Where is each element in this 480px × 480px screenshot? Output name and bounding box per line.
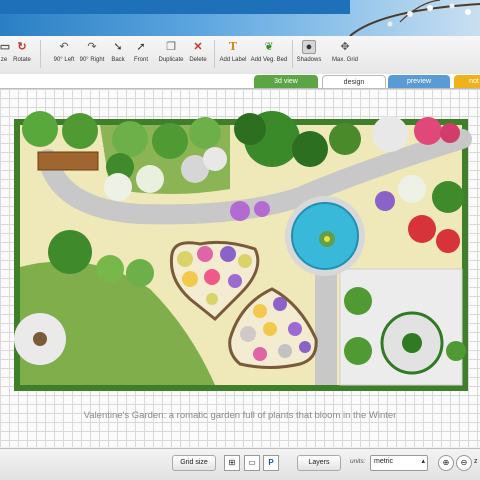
bring-front-icon: ➚ <box>136 41 146 53</box>
max-grid-button[interactable]: ✥ Max. Grid <box>330 38 360 72</box>
units-label: units: <box>350 458 366 465</box>
rotate-90-left-label: 90° Left <box>53 57 75 63</box>
tab-3d-view[interactable]: 3d view <box>254 75 318 88</box>
print-toggle[interactable]: P <box>263 455 279 471</box>
shadows-toggle[interactable]: ● Shadows <box>295 38 323 72</box>
shadows-icon: ● <box>302 40 316 54</box>
main-toolbar: ▭ ze ↻ Rotate ↶ 90° Left ↷ 90° Right ➘ B… <box>0 36 480 75</box>
view-tabs: 3d view design preview not <box>0 74 480 89</box>
grid-view-icon[interactable]: ⊞ <box>224 455 240 471</box>
tab-preview[interactable]: preview <box>388 75 450 88</box>
units-select[interactable]: metric ▴ <box>370 455 428 471</box>
max-grid-icon: ✥ <box>340 41 350 53</box>
rotate-left-icon: ↶ <box>59 41 69 53</box>
lily-flower <box>324 236 330 242</box>
bring-front-button[interactable]: ➚ Front <box>130 38 152 72</box>
rotate-90-right-label: 90° Right <box>79 57 105 63</box>
delete-icon: ✕ <box>193 41 203 53</box>
add-veg-bed-label: Add Veg. Bed <box>250 57 288 63</box>
garden-caption: Valentine's Garden: a romatic garden ful… <box>83 410 397 421</box>
send-back-icon: ➘ <box>113 41 123 53</box>
garden-plan[interactable] <box>0 89 480 409</box>
resize-button[interactable]: ▭ ze <box>0 38 10 72</box>
garden-bench[interactable] <box>37 151 99 171</box>
veg-bed-icon: ❦ <box>264 41 274 53</box>
chevron-down-icon: ▴ <box>421 458 425 465</box>
layers-button[interactable]: Layers <box>297 455 341 471</box>
grid-size-button[interactable]: Grid size <box>172 455 216 471</box>
rotate-90-left-button[interactable]: ↶ 90° Left <box>50 38 78 72</box>
ruler-icon[interactable]: ▭ <box>244 455 260 471</box>
bring-front-label: Front <box>133 57 148 63</box>
rotate-icon: ↻ <box>17 41 27 53</box>
toolbar-separator <box>292 40 293 68</box>
delete-button[interactable]: ✕ Delete <box>186 38 210 72</box>
add-label-button[interactable]: T Add Label <box>218 38 248 72</box>
max-grid-label: Max. Grid <box>331 57 358 63</box>
resize-label: ze <box>0 57 8 63</box>
duplicate-label: Duplicate <box>158 57 184 63</box>
text-label-icon: T <box>228 40 238 53</box>
app-header-banner <box>0 0 480 36</box>
tab-design[interactable]: design <box>322 75 386 89</box>
branch-photo <box>349 0 480 36</box>
rotate-button[interactable]: ↻ Rotate <box>10 38 34 72</box>
rotate-label: Rotate <box>13 57 31 63</box>
shadows-label: Shadows <box>296 57 322 63</box>
duplicate-button[interactable]: ❐ Duplicate <box>156 38 186 72</box>
rotate-right-icon: ↷ <box>87 41 97 53</box>
delete-label: Delete <box>189 57 207 63</box>
zoom-out-icon[interactable]: ⊖ <box>456 455 472 471</box>
send-back-label: Back <box>111 57 125 63</box>
duplicate-icon: ❐ <box>166 41 176 53</box>
zoom-label: z <box>474 458 478 465</box>
add-label-label: Add Label <box>219 57 247 63</box>
send-back-button[interactable]: ➘ Back <box>108 38 128 72</box>
tab-notes[interactable]: not <box>454 75 480 88</box>
rotate-90-right-button[interactable]: ↷ 90° Right <box>77 38 107 72</box>
toolbar-separator <box>214 40 215 68</box>
zoom-in-icon[interactable]: ⊕ <box>438 455 454 471</box>
units-value: metric <box>374 458 394 465</box>
header-stripe <box>0 0 350 14</box>
toolbar-separator <box>40 40 41 68</box>
add-veg-bed-button[interactable]: ❦ Add Veg. Bed <box>249 38 289 72</box>
